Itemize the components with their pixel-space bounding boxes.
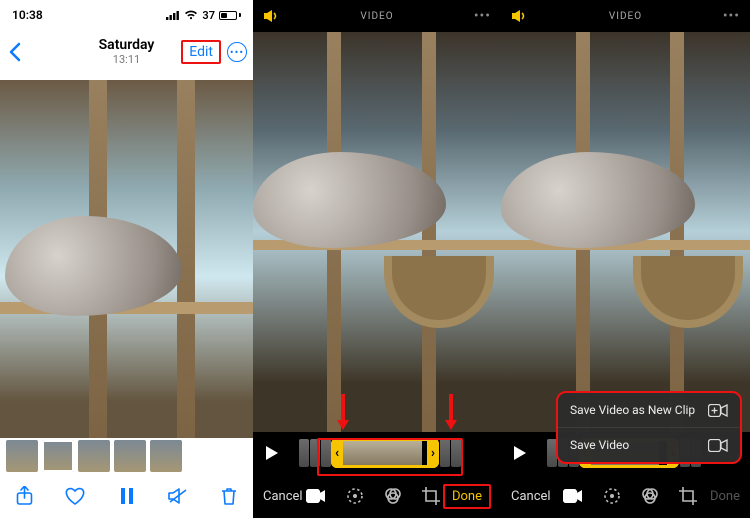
speaker-icon[interactable]: [263, 9, 281, 23]
editor-more-icon[interactable]: •••: [474, 8, 491, 24]
pane-photo-viewer: 10:38 37 Saturday 13:11: [0, 0, 253, 518]
video-icon: [708, 439, 728, 452]
menu-item-label: Save Video as New Clip: [570, 403, 695, 417]
annotation-arrow-icon: [335, 392, 351, 432]
save-action-sheet: Save Video as New Clip Save Video: [556, 391, 742, 464]
status-right: 37: [166, 9, 241, 22]
video-plus-icon: [708, 404, 728, 417]
filters-tool-icon[interactable]: [641, 487, 659, 505]
edit-button[interactable]: Edit: [181, 40, 221, 64]
editor-more-icon[interactable]: •••: [723, 8, 740, 24]
heart-icon[interactable]: [65, 487, 85, 505]
editor-preview[interactable]: [253, 32, 501, 432]
save-video-button[interactable]: Save Video: [558, 427, 740, 462]
status-time: 10:38: [12, 8, 43, 22]
annotation-arrow-icon: [443, 392, 459, 432]
editor-bottom-bar: Cancel Done: [501, 474, 750, 518]
nav-title: Saturday 13:11: [99, 38, 155, 65]
thumbnail-item[interactable]: [150, 440, 182, 472]
pane-video-save-menu: VIDEO ••• ‹ › Save Video as Ne: [501, 0, 750, 518]
play-icon[interactable]: [261, 445, 283, 461]
pane-video-trim: VIDEO ••• ‹ › Cancel: [253, 0, 501, 518]
editor-tool-row: [563, 487, 697, 505]
editor-preview[interactable]: [501, 32, 750, 432]
triptych: 10:38 37 Saturday 13:11: [0, 0, 750, 518]
nav-title-time: 13:11: [99, 54, 155, 66]
done-button[interactable]: Done: [443, 484, 491, 509]
nav-title-day: Saturday: [99, 38, 155, 53]
status-bar: 10:38 37: [0, 0, 253, 30]
cancel-button[interactable]: Cancel: [263, 489, 303, 504]
done-button[interactable]: Done: [710, 489, 740, 504]
thumbnail-item[interactable]: [114, 440, 146, 472]
speaker-icon[interactable]: [511, 9, 529, 23]
share-icon[interactable]: [14, 486, 34, 506]
battery-percent: 37: [202, 9, 215, 22]
nav-bar: Saturday 13:11 Edit •••: [0, 30, 253, 74]
thumbnail-strip[interactable]: [0, 438, 253, 474]
back-button[interactable]: [8, 42, 22, 62]
bottom-toolbar: [0, 474, 253, 518]
menu-item-label: Save Video: [570, 438, 629, 452]
cellular-signal-icon: [166, 11, 180, 20]
editor-top-bar: VIDEO •••: [253, 0, 501, 32]
editor-mode-label: VIDEO: [609, 11, 642, 22]
play-icon[interactable]: [509, 445, 531, 461]
wifi-icon: [184, 10, 198, 20]
editor-top-bar: VIDEO •••: [501, 0, 750, 32]
adjust-tool-icon[interactable]: [346, 487, 364, 505]
photo-preview[interactable]: [0, 80, 253, 438]
editor-mode-label: VIDEO: [360, 11, 393, 22]
video-tool-icon[interactable]: [306, 489, 326, 503]
cancel-button[interactable]: Cancel: [511, 489, 551, 504]
pause-icon[interactable]: [117, 488, 137, 504]
more-button[interactable]: •••: [227, 42, 247, 62]
adjust-tool-icon[interactable]: [603, 487, 621, 505]
filters-tool-icon[interactable]: [384, 487, 402, 505]
video-tool-icon[interactable]: [563, 489, 583, 503]
annotation-box-icon: [317, 438, 463, 476]
crop-tool-icon[interactable]: [422, 487, 440, 505]
editor-bottom-bar: Cancel Done: [253, 474, 501, 518]
thumbnail-item[interactable]: [78, 440, 110, 472]
save-as-new-clip-button[interactable]: Save Video as New Clip: [558, 393, 740, 427]
thumbnail-item[interactable]: [6, 440, 38, 472]
battery-icon: [219, 11, 241, 20]
trash-icon[interactable]: [219, 487, 239, 505]
mute-icon[interactable]: [168, 488, 188, 504]
crop-tool-icon[interactable]: [679, 487, 697, 505]
editor-tool-row: [306, 487, 440, 505]
thumbnail-item[interactable]: [42, 440, 74, 472]
